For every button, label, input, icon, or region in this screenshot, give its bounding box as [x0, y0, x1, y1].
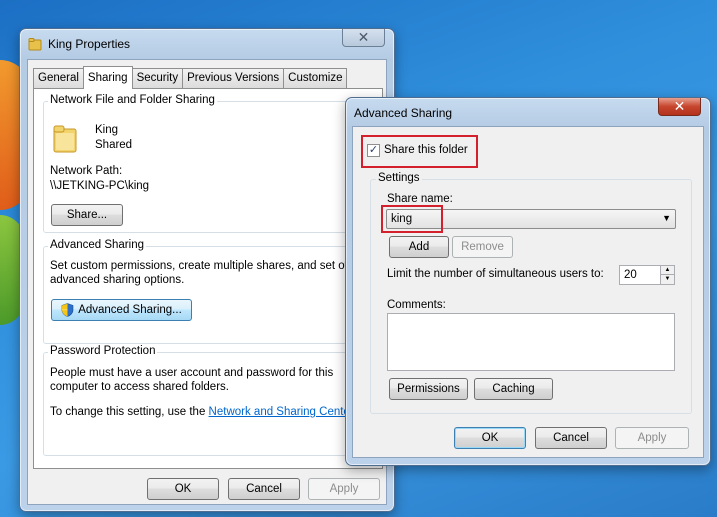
- cancel-button[interactable]: Cancel: [228, 478, 300, 500]
- advanced-sharing-button-label: Advanced Sharing...: [78, 304, 182, 316]
- comments-textarea[interactable]: [387, 313, 675, 371]
- folder-icon: [28, 37, 42, 51]
- settings-group-title: Settings: [376, 172, 422, 184]
- folder-status: Shared: [95, 139, 133, 151]
- change-setting-prefix: To change this setting, use the: [50, 406, 209, 418]
- close-icon: ✕: [357, 29, 370, 45]
- spin-up-icon[interactable]: ▲: [660, 266, 674, 275]
- chevron-down-icon: ▼: [662, 213, 671, 223]
- advanced-sharing-button[interactable]: Advanced Sharing...: [51, 299, 192, 321]
- password-protection-change-text: To change this setting, use the Network …: [50, 406, 356, 418]
- caching-button[interactable]: Caching: [474, 378, 553, 400]
- limit-users-spinner[interactable]: 20 ▲ ▼: [619, 265, 675, 285]
- tab-previous-versions[interactable]: Previous Versions: [182, 68, 285, 88]
- advanced-sharing-group-title: Advanced Sharing: [48, 239, 146, 251]
- close-button[interactable]: ✕: [658, 98, 701, 116]
- password-protection-text: People must have a user account and pass…: [50, 367, 334, 379]
- sharing-tab-panel: Network File and Folder Sharing King Sha…: [33, 88, 383, 469]
- advanced-sharing-description-cont: advanced sharing options.: [50, 274, 185, 286]
- highlight-box: [361, 135, 478, 168]
- password-protection-group-title: Password Protection: [48, 345, 158, 357]
- share-name-label: Share name:: [387, 193, 453, 205]
- apply-button[interactable]: Apply: [308, 478, 380, 500]
- network-path-label: Network Path:: [50, 165, 123, 177]
- tab-sharing[interactable]: Sharing: [82, 66, 133, 89]
- properties-window: King Properties ✕ General Sharing Securi…: [19, 28, 395, 512]
- tab-customize[interactable]: Customize: [283, 68, 348, 88]
- spin-down-icon[interactable]: ▼: [660, 275, 674, 284]
- tab-security[interactable]: Security: [131, 68, 184, 88]
- limit-users-value: 20: [624, 269, 637, 281]
- ok-button[interactable]: OK: [454, 427, 526, 449]
- close-icon: ✕: [673, 98, 686, 114]
- tab-general[interactable]: General: [33, 68, 84, 88]
- folder-name: King: [95, 124, 119, 136]
- share-button[interactable]: Share...: [51, 204, 123, 226]
- advanced-sharing-client-area: ✓ Share this folder Settings Share name:…: [352, 126, 704, 458]
- advanced-sharing-description: Set custom permissions, create multiple …: [50, 260, 365, 272]
- highlight-box: [381, 205, 443, 233]
- ok-button[interactable]: OK: [147, 478, 219, 500]
- close-button[interactable]: ✕: [342, 29, 385, 47]
- uac-shield-icon: [61, 303, 74, 317]
- cancel-button[interactable]: Cancel: [535, 427, 607, 449]
- tab-strip: General Sharing Security Previous Versio…: [33, 66, 348, 89]
- password-protection-text-cont: computer to access shared folders.: [50, 381, 229, 393]
- advanced-sharing-dialog: Advanced Sharing ✕ ✓ Share this folder S…: [345, 97, 711, 466]
- apply-button[interactable]: Apply: [615, 427, 689, 449]
- comments-label: Comments:: [387, 299, 446, 311]
- network-sharing-group-title: Network File and Folder Sharing: [48, 94, 217, 106]
- limit-users-label: Limit the number of simultaneous users t…: [387, 268, 604, 280]
- network-sharing-center-link[interactable]: Network and Sharing Center: [209, 406, 353, 418]
- remove-button[interactable]: Remove: [452, 236, 513, 258]
- folder-icon: [52, 124, 78, 154]
- network-path-value: \\JETKING-PC\king: [50, 180, 150, 192]
- add-button[interactable]: Add: [389, 236, 449, 258]
- permissions-button[interactable]: Permissions: [389, 378, 468, 400]
- window-title: King Properties: [48, 37, 131, 51]
- dialog-title: Advanced Sharing: [354, 106, 453, 120]
- properties-client-area: General Sharing Security Previous Versio…: [27, 59, 387, 505]
